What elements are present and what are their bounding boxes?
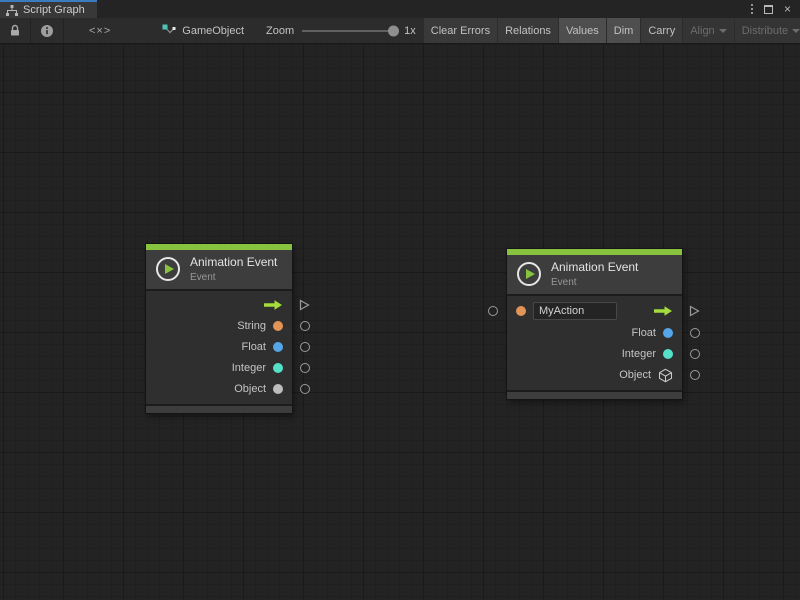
port-row-integer: Integer: [507, 344, 682, 365]
graph-canvas[interactable]: Animation Event Event String: [0, 44, 800, 599]
port-row-string: String: [146, 316, 292, 337]
port-row-float: Float: [146, 337, 292, 358]
graph-icon: [6, 5, 18, 16]
name-input-port[interactable]: [488, 306, 498, 316]
node-subtitle: Event: [551, 277, 638, 288]
cube-icon: [658, 368, 673, 383]
script-graph-asset-icon: [162, 24, 176, 37]
info-button[interactable]: [31, 18, 64, 43]
port-label: Integer: [622, 348, 656, 360]
gameobject-selector[interactable]: GameObject: [154, 18, 252, 43]
node-title: Animation Event: [190, 256, 277, 270]
string-port[interactable]: [300, 321, 310, 331]
zoom-slider-handle[interactable]: [388, 25, 399, 36]
trigger-output-row: [146, 295, 292, 316]
float-port-dot: [663, 328, 673, 338]
port-label: String: [237, 320, 266, 332]
tab-strip: Script Graph ×: [0, 0, 800, 18]
code-icon: <×>: [89, 25, 111, 37]
trigger-port[interactable]: [688, 305, 700, 317]
node-footer: [507, 390, 682, 399]
zoom-control: Zoom 1x: [266, 18, 416, 43]
lock-icon: [9, 24, 21, 37]
maximize-icon[interactable]: [764, 5, 773, 14]
object-port[interactable]: [690, 370, 700, 380]
flow-arrow-icon: [263, 299, 283, 311]
integer-port[interactable]: [300, 363, 310, 373]
float-port[interactable]: [690, 328, 700, 338]
align-button[interactable]: Align: [683, 18, 733, 43]
string-port-dot: [516, 306, 526, 316]
port-row-object: Object: [507, 365, 682, 386]
dim-button[interactable]: Dim: [607, 18, 641, 43]
event-play-icon: [516, 261, 542, 287]
name-input-row: [507, 300, 682, 323]
node-subtitle: Event: [190, 272, 277, 283]
code-view-button[interactable]: <×>: [80, 18, 120, 43]
port-label: Float: [632, 327, 656, 339]
port-row-float: Float: [507, 323, 682, 344]
animation-event-node-left[interactable]: Animation Event Event String: [146, 244, 292, 413]
node-title: Animation Event: [551, 261, 638, 275]
integer-port-dot: [273, 363, 283, 373]
node-body: String Float Integer Object: [146, 289, 292, 404]
node-header[interactable]: Animation Event Event: [146, 250, 292, 289]
node-body: Float Integer Object: [507, 294, 682, 390]
lock-button[interactable]: [0, 18, 31, 43]
object-port-dot: [273, 384, 283, 394]
info-icon: [40, 24, 54, 38]
animation-event-node-right[interactable]: Animation Event Event: [507, 249, 682, 399]
node-footer: [146, 404, 292, 413]
float-port-dot: [273, 342, 283, 352]
carry-button[interactable]: Carry: [641, 18, 682, 43]
event-play-icon: [155, 256, 181, 282]
port-label: Object: [619, 369, 651, 381]
integer-port[interactable]: [690, 349, 700, 359]
action-name-input[interactable]: [533, 302, 617, 320]
flow-arrow-icon: [653, 305, 673, 317]
relations-button[interactable]: Relations: [498, 18, 558, 43]
window-controls: ×: [751, 0, 800, 18]
string-port-dot: [273, 321, 283, 331]
float-port[interactable]: [300, 342, 310, 352]
zoom-value: 1x: [404, 25, 416, 37]
tab-script-graph[interactable]: Script Graph: [0, 0, 97, 18]
node-header[interactable]: Animation Event Event: [507, 255, 682, 294]
zoom-label: Zoom: [266, 25, 294, 37]
zoom-slider[interactable]: [302, 30, 396, 32]
port-label: Integer: [232, 362, 266, 374]
values-button[interactable]: Values: [559, 18, 606, 43]
integer-port-dot: [663, 349, 673, 359]
distribute-button[interactable]: Distribute: [735, 18, 800, 43]
toolbar-buttons: Clear Errors Relations Values Dim Carry …: [424, 18, 800, 43]
menu-icon[interactable]: [751, 4, 753, 14]
port-label: Float: [242, 341, 266, 353]
port-label: Object: [234, 383, 266, 395]
clear-errors-button[interactable]: Clear Errors: [424, 18, 497, 43]
tab-label: Script Graph: [23, 4, 85, 16]
object-port[interactable]: [300, 384, 310, 394]
trigger-port[interactable]: [298, 299, 310, 311]
graph-toolbar: <×> GameObject Zoom 1x Clear Errors Rela…: [0, 18, 800, 44]
chevron-down-icon: [719, 29, 727, 33]
port-row-integer: Integer: [146, 358, 292, 379]
port-row-object: Object: [146, 379, 292, 400]
gameobject-label: GameObject: [182, 25, 244, 37]
chevron-down-icon: [792, 29, 800, 33]
close-icon[interactable]: ×: [784, 3, 791, 15]
